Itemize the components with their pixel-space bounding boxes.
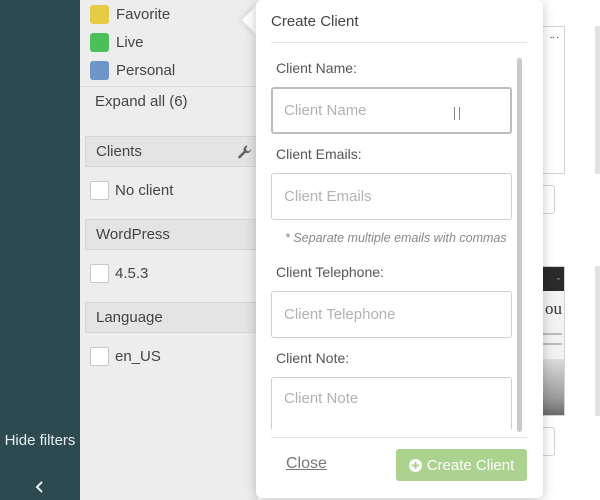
filter-option-language[interactable]: en_US	[90, 346, 161, 366]
wrench-icon[interactable]	[237, 144, 253, 160]
checkbox[interactable]	[90, 263, 109, 283]
expand-all-link[interactable]: Expand all (6)	[95, 93, 188, 110]
tag-live[interactable]: Live	[90, 31, 144, 53]
client-name-input[interactable]: Client Name	[271, 87, 512, 134]
plus-circle-icon	[408, 458, 422, 472]
thumbnail-action-button[interactable]	[541, 185, 555, 214]
filter-option-no-client[interactable]: No client	[90, 180, 173, 200]
tag-color-swatch	[90, 4, 109, 24]
client-note-textarea[interactable]: Client Note	[271, 377, 512, 429]
filters-panel: Favorite Live Personal Expand all (6) Cl…	[80, 0, 258, 500]
filter-option-wp-version[interactable]: 4.5.3	[90, 263, 148, 283]
placeholder: Client Telephone	[284, 306, 396, 323]
section-title: WordPress	[96, 226, 170, 243]
popover-divider	[271, 42, 527, 43]
tag-color-swatch	[90, 60, 109, 80]
popover-title: Create Client	[271, 13, 359, 30]
tag-label: Favorite	[116, 5, 171, 23]
chevron-left-icon[interactable]	[33, 480, 47, 494]
client-name-label: Client Name:	[276, 60, 357, 76]
placeholder: Client Name	[284, 102, 367, 119]
footer-divider	[271, 437, 527, 438]
tag-personal[interactable]: Personal	[90, 59, 175, 81]
client-emails-label: Client Emails:	[276, 146, 362, 162]
email-hint: * Separate multiple emails with commas	[285, 231, 507, 245]
hide-filters-button[interactable]: Hide filters	[0, 431, 80, 450]
client-telephone-input[interactable]: Client Telephone	[271, 291, 512, 338]
option-label: No client	[115, 181, 174, 199]
thumbnail-action-button[interactable]	[541, 427, 555, 456]
close-link[interactable]: Close	[286, 455, 327, 473]
section-language[interactable]: Language	[85, 302, 257, 333]
tag-favorite[interactable]: Favorite	[90, 3, 170, 25]
divider	[80, 86, 258, 87]
text-cursor-icon	[454, 107, 460, 120]
left-rail	[0, 0, 80, 500]
create-client-label: Create Client	[426, 456, 515, 474]
thumbnail-heading: ou	[545, 299, 562, 318]
thumbnail-nav-text: ▪▪ ▪	[550, 35, 559, 41]
checkbox[interactable]	[90, 346, 109, 366]
scrollbar[interactable]	[517, 58, 522, 432]
thumbnail-text-lines	[542, 333, 562, 345]
hide-filters-label: Hide filters	[4, 432, 76, 449]
placeholder: Client Note	[284, 390, 359, 407]
client-telephone-label: Client Telephone:	[276, 264, 384, 280]
section-title: Language	[96, 309, 163, 326]
tag-color-swatch	[90, 32, 109, 52]
tag-label: Live	[116, 33, 144, 51]
thumbnail-edge	[595, 26, 600, 174]
client-note-label: Client Note:	[276, 350, 350, 366]
section-clients[interactable]: Clients	[85, 136, 257, 167]
section-wordpress[interactable]: WordPress	[85, 219, 257, 250]
create-client-button[interactable]: Create Client	[396, 449, 527, 481]
thumbnail-edge	[595, 266, 600, 416]
tag-label: Personal	[116, 61, 176, 79]
client-emails-input[interactable]: Client Emails	[271, 173, 512, 220]
option-label: en_US	[115, 347, 161, 365]
placeholder: Client Emails	[284, 188, 372, 205]
checkbox[interactable]	[90, 180, 109, 200]
section-title: Clients	[96, 143, 142, 160]
create-client-popover: Create Client Client Name: Client Name C…	[256, 0, 543, 498]
option-label: 4.5.3	[115, 264, 149, 282]
